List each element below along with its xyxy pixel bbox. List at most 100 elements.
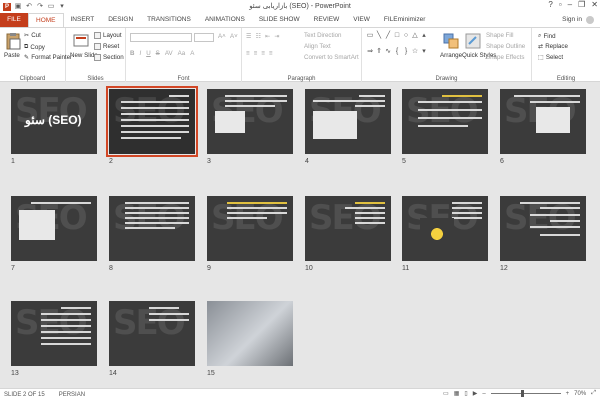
grow-font-icon[interactable]: A˄ — [218, 33, 226, 40]
star-shape-icon[interactable]: ☆ — [411, 48, 419, 56]
ribbon-display-icon[interactable]: ▫ — [559, 0, 562, 9]
help-button[interactable]: ? — [548, 0, 552, 9]
paste-icon[interactable] — [4, 32, 22, 50]
slide-number: 4 — [305, 158, 309, 165]
brace-shape-icon[interactable]: } — [402, 48, 410, 56]
language-status[interactable]: PERSIAN — [59, 392, 85, 398]
font-color-icon[interactable]: A — [190, 50, 194, 57]
shrink-font-icon[interactable]: A˅ — [230, 33, 238, 40]
quick-styles-icon[interactable] — [464, 32, 482, 50]
reset-button[interactable]: Reset — [94, 43, 119, 50]
brace-shape-icon[interactable]: { — [393, 48, 401, 56]
font-name-box[interactable] — [130, 33, 192, 42]
slide-thumbnail[interactable]: SEO — [109, 196, 195, 261]
font-size-box[interactable] — [194, 33, 214, 42]
arrow-shape-icon[interactable]: ⇑ — [375, 48, 383, 56]
convert-smartart-button[interactable]: Convert to SmartArt — [304, 54, 359, 61]
cut-button[interactable]: ✂ Cut — [24, 32, 41, 39]
line-shape-icon[interactable]: ╲ — [375, 32, 383, 40]
justify-icon[interactable]: ≡ — [269, 50, 273, 57]
normal-view-icon[interactable]: ▭ — [443, 390, 449, 397]
tab-fileminimizer[interactable]: FILEminimizer — [377, 13, 433, 27]
decrease-indent-icon[interactable]: ⇤ — [265, 33, 270, 40]
shapes-gallery[interactable]: ▭ ╲ ╱ □ ○ △ ▴ ⇒ ⇑ ∿ { } ☆ ▾ — [366, 32, 426, 62]
bullets-icon[interactable]: ☰ — [246, 33, 252, 40]
paste-button[interactable]: Paste — [4, 52, 20, 59]
slide-thumbnail[interactable]: SEO — [106, 86, 198, 157]
minimize-button[interactable]: – — [568, 0, 572, 9]
shape-fill-button[interactable]: Shape Fill — [486, 32, 514, 39]
find-button[interactable]: ⌕ Find — [538, 32, 556, 40]
section-button[interactable]: Section — [94, 54, 124, 61]
rectangle-shape-icon[interactable]: □ — [393, 32, 401, 40]
line-shape-icon[interactable]: ╱ — [384, 32, 392, 40]
slide-thumbnail[interactable]: SEO — [11, 196, 97, 261]
slide-thumbnail[interactable]: SEO — [402, 89, 488, 154]
shape-outline-button[interactable]: Shape Outline — [486, 43, 525, 50]
text-direction-button[interactable]: Text Direction — [304, 32, 341, 39]
underline-icon[interactable]: U — [146, 50, 150, 57]
slide-thumbnail[interactable]: SEO سئو (SEO) — [11, 89, 97, 154]
slide-thumbnail[interactable] — [207, 301, 293, 366]
new-slide-icon[interactable] — [72, 32, 90, 50]
slide-thumbnail[interactable]: SEO — [305, 196, 391, 261]
more-shapes-icon[interactable]: ▴ — [420, 32, 428, 40]
slide-thumbnail[interactable]: SEO — [500, 89, 586, 154]
slide-thumbnail[interactable]: SEO — [207, 89, 293, 154]
format-painter-button[interactable]: ✎ Format Painter — [24, 54, 72, 61]
arrange-icon[interactable] — [442, 32, 460, 50]
increase-indent-icon[interactable]: ⇥ — [274, 33, 279, 40]
tab-insert[interactable]: INSERT — [64, 13, 102, 27]
tab-animations[interactable]: ANIMATIONS — [198, 13, 252, 27]
slide-thumbnail[interactable]: SEO — [11, 301, 97, 366]
slide-thumbnail[interactable]: SEO — [305, 89, 391, 154]
align-left-icon[interactable]: ≡ — [246, 50, 250, 57]
tab-view[interactable]: VIEW — [346, 13, 377, 27]
close-button[interactable]: ✕ — [591, 0, 598, 9]
copy-button[interactable]: ⧉ Copy — [24, 43, 45, 51]
select-button[interactable]: ⬚ Select — [538, 54, 563, 61]
slide-thumbnail[interactable]: SEO — [402, 196, 488, 261]
zoom-out-button[interactable]: – — [482, 391, 485, 397]
reading-view-icon[interactable]: ▯ — [464, 390, 467, 397]
title-bar: P ▣ ↶ ↷ ▭ ▾ بازاریابی سئو (SEO) - PowerP… — [0, 0, 600, 13]
triangle-shape-icon[interactable]: △ — [411, 32, 419, 40]
zoom-slider[interactable] — [490, 390, 561, 397]
restore-button[interactable]: ❐ — [578, 0, 585, 9]
tab-file[interactable]: FILE — [0, 13, 28, 27]
slide-thumbnail[interactable]: SEO — [207, 196, 293, 261]
shape-effects-button[interactable]: Shape Effects — [486, 54, 524, 61]
tab-slide-show[interactable]: SLIDE SHOW — [252, 13, 307, 27]
fit-slide-icon[interactable]: ⤢ — [591, 390, 596, 397]
tab-transitions[interactable]: TRANSITIONS — [140, 13, 198, 27]
strikethrough-icon[interactable]: S — [156, 50, 160, 57]
curve-shape-icon[interactable]: ∿ — [384, 48, 392, 56]
slide-sorter-icon[interactable]: ▦ — [454, 390, 460, 397]
bold-icon[interactable]: B — [130, 50, 134, 57]
oval-shape-icon[interactable]: ○ — [402, 32, 410, 40]
change-case-icon[interactable]: Aa — [178, 50, 186, 57]
char-spacing-icon[interactable]: AV — [165, 50, 173, 57]
align-right-icon[interactable]: ≡ — [261, 50, 265, 57]
slideshow-view-icon[interactable]: ▶ — [473, 390, 478, 397]
sign-in-link[interactable]: Sign in — [562, 16, 582, 23]
text-box-shape-icon[interactable]: ▭ — [366, 32, 374, 40]
replace-button[interactable]: ⇄ Replace — [538, 43, 568, 50]
tab-home[interactable]: HOME — [28, 13, 64, 27]
more-shapes-icon[interactable]: ▾ — [420, 48, 428, 56]
layout-button[interactable]: Layout — [94, 32, 122, 39]
align-text-button[interactable]: Align Text — [304, 43, 331, 50]
zoom-in-button[interactable]: + — [566, 391, 570, 397]
italic-icon[interactable]: I — [139, 50, 141, 57]
align-center-icon[interactable]: ≡ — [254, 50, 258, 57]
tab-design[interactable]: DESIGN — [101, 13, 140, 27]
arrange-button[interactable]: Arrange — [440, 52, 462, 59]
zoom-level[interactable]: 70% — [574, 391, 586, 397]
user-icon[interactable] — [586, 16, 594, 24]
arrow-shape-icon[interactable]: ⇒ — [366, 48, 374, 56]
slide-thumbnail[interactable]: SEO — [500, 196, 586, 261]
tab-review[interactable]: REVIEW — [307, 13, 347, 27]
numbering-icon[interactable]: ☷ — [256, 33, 262, 40]
zoom-slider-thumb[interactable] — [520, 390, 524, 397]
slide-thumbnail[interactable]: SEO — [109, 301, 195, 366]
